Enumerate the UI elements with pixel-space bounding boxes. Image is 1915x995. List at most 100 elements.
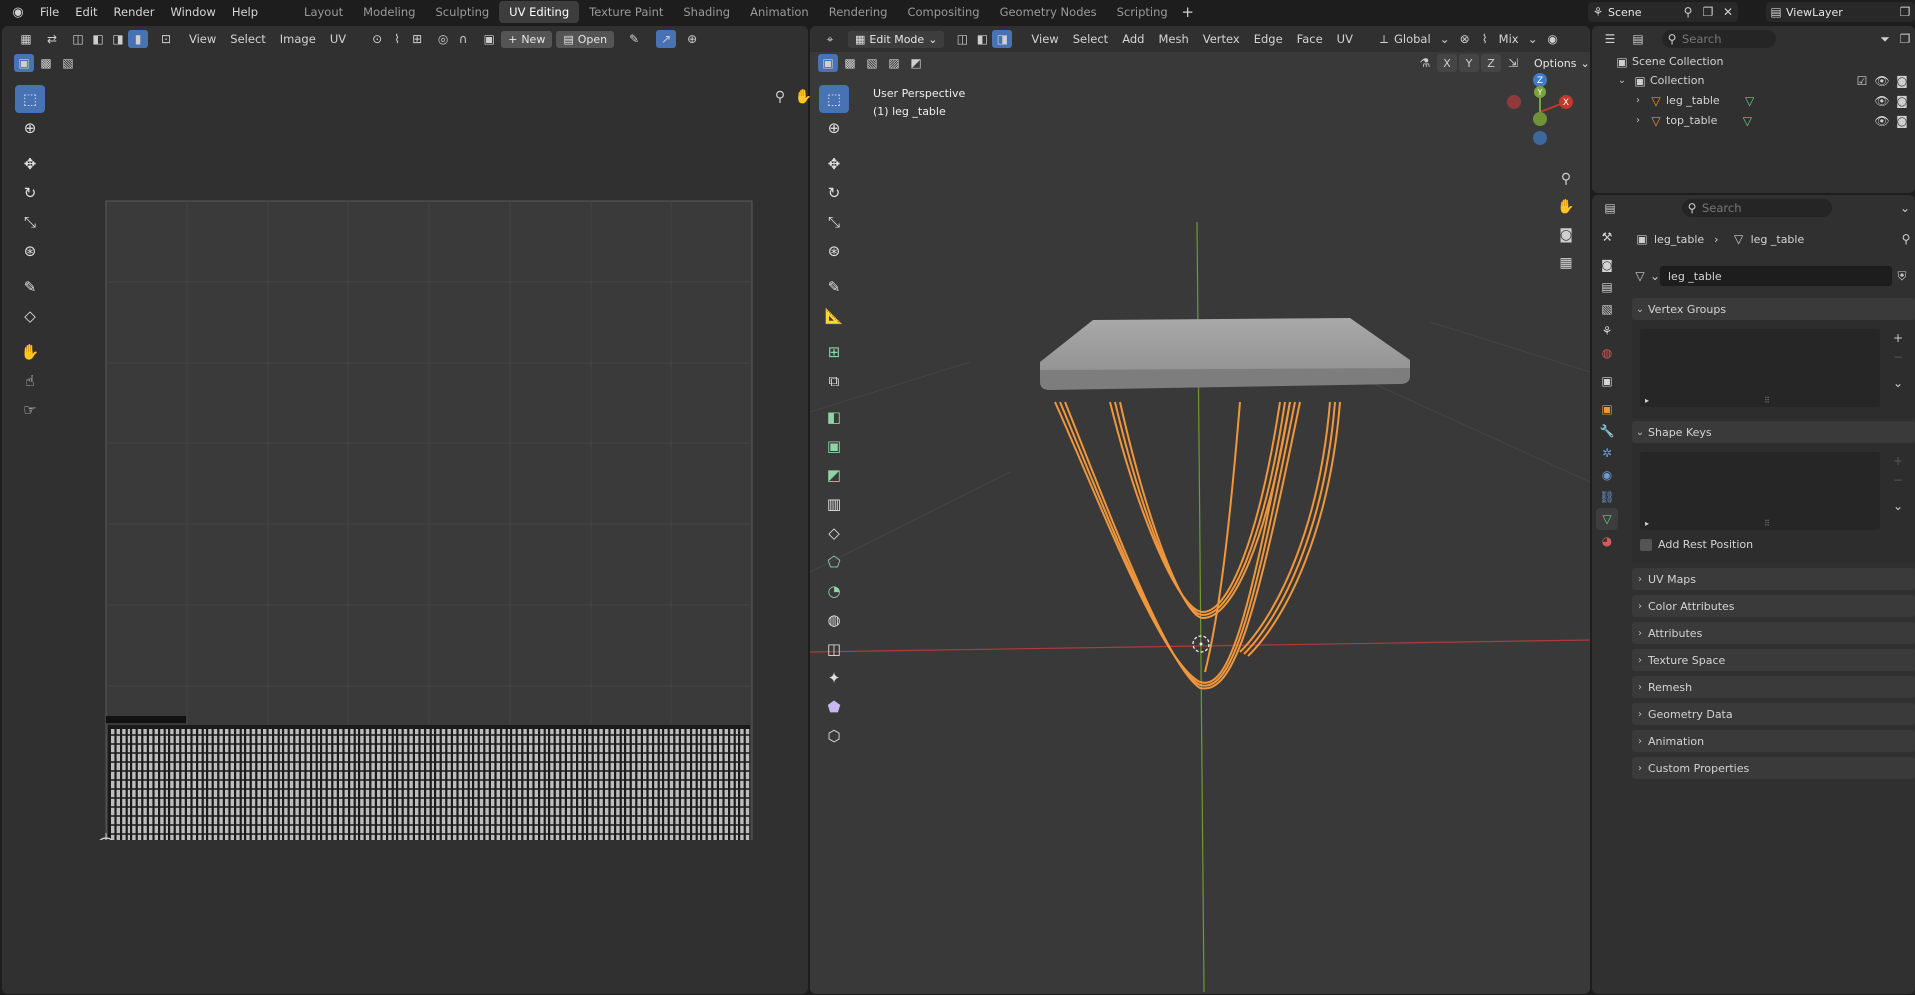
vertex-groups-list[interactable]: ▸ ⠿: [1640, 329, 1880, 407]
vp-menu-view[interactable]: View: [1024, 32, 1065, 46]
tab-layout[interactable]: Layout: [294, 1, 353, 23]
vp-menu-edge[interactable]: Edge: [1247, 32, 1290, 46]
camera-icon[interactable]: ◙: [1892, 112, 1912, 130]
viewport-scene[interactable]: Z Y X: [810, 52, 1590, 992]
outliner-item-top-table[interactable]: › ▽ top_table ▽ 👁 ◙: [1630, 112, 1912, 129]
checkbox-icon[interactable]: ☑: [1852, 72, 1872, 90]
pan-hand-icon[interactable]: ✋: [1556, 198, 1576, 216]
tab-uv-editing[interactable]: UV Editing: [499, 1, 580, 23]
rotate-tool-icon[interactable]: ↻: [15, 179, 45, 207]
menu-window[interactable]: Window: [162, 0, 223, 24]
rip-tool-icon[interactable]: ◇: [15, 302, 45, 330]
extrude-tool-icon[interactable]: ⧉: [819, 367, 849, 395]
remesh-panel-header[interactable]: › Remesh: [1632, 676, 1915, 698]
sync-selection-icon[interactable]: ⇄: [42, 30, 62, 48]
camera-icon[interactable]: ◙: [1556, 226, 1576, 244]
collection-tab-icon[interactable]: ▣: [1596, 370, 1618, 392]
mesh-data-icon[interactable]: ▽: [1740, 92, 1760, 110]
eye-icon[interactable]: 👁: [1872, 92, 1892, 110]
uv-canvas[interactable]: [2, 60, 808, 840]
island-select-icon[interactable]: ▮: [128, 30, 148, 48]
relax-tool-icon[interactable]: ☝: [15, 367, 45, 395]
annotate-tool-icon[interactable]: ✎: [15, 273, 45, 301]
chevron-down-icon[interactable]: ⌄: [1895, 199, 1915, 217]
chevron-down-icon[interactable]: ⌄: [1614, 75, 1630, 86]
expand-arrow-icon[interactable]: ▸: [1645, 519, 1649, 528]
edge-mode-icon[interactable]: ◧: [972, 30, 992, 48]
uv-menu-image[interactable]: Image: [273, 32, 323, 46]
transform-tool-icon[interactable]: ⊛: [819, 237, 849, 265]
loop-cut-icon[interactable]: ▥: [819, 490, 849, 518]
camera-icon[interactable]: ◙: [1892, 92, 1912, 110]
eye-icon[interactable]: 👁: [1872, 72, 1892, 90]
object-tab-icon[interactable]: ▣: [1596, 398, 1618, 420]
mesh-name-field[interactable]: leg _table: [1660, 266, 1892, 286]
custom-properties-panel-header[interactable]: › Custom Properties: [1632, 757, 1915, 779]
gizmo-icon[interactable]: ⊕: [682, 30, 702, 48]
vertex-select-icon[interactable]: ◫: [68, 30, 88, 48]
grab-tool-icon[interactable]: ✋: [15, 338, 45, 366]
snap-icon[interactable]: ⌇: [1475, 30, 1495, 48]
knife-tool-icon[interactable]: ◇: [819, 519, 849, 547]
shear-tool-icon[interactable]: ⬟: [819, 693, 849, 721]
vp-menu-mesh[interactable]: Mesh: [1151, 32, 1195, 46]
orientation-icon[interactable]: ⟂: [1374, 30, 1394, 48]
gizmo-neg-z-icon[interactable]: [1533, 131, 1547, 145]
snap-target-icon[interactable]: ⊞: [407, 30, 427, 48]
move-tool-icon[interactable]: ✥: [819, 150, 849, 178]
shrink-fatten-icon[interactable]: ✦: [819, 664, 849, 692]
view-layer-selector[interactable]: ▤ ViewLayer ❐: [1766, 2, 1915, 22]
pin-image-icon[interactable]: ✎: [624, 30, 644, 48]
chevron-right-icon[interactable]: ›: [1630, 115, 1646, 126]
blender-logo-icon[interactable]: ◉: [8, 3, 28, 21]
new-view-layer-icon[interactable]: ❐: [1895, 3, 1915, 21]
rip-region-icon[interactable]: ⬡: [819, 722, 849, 750]
move-tool-icon[interactable]: ✥: [15, 150, 45, 178]
gizmo-neg-y-icon[interactable]: [1533, 112, 1547, 126]
pivot-icon[interactable]: ⊙: [367, 30, 387, 48]
pin-icon[interactable]: ⚲: [1678, 3, 1698, 21]
sticky-select-icon[interactable]: ⊡: [156, 30, 176, 48]
view-layer-tab-icon[interactable]: ▧: [1596, 298, 1618, 320]
menu-file[interactable]: File: [32, 0, 67, 24]
editor-type-icon[interactable]: ☰: [1600, 30, 1620, 48]
uv-overlay-icon[interactable]: ↗: [656, 30, 677, 48]
modifier-tab-icon[interactable]: 🔧: [1596, 420, 1618, 442]
close-icon[interactable]: ✕: [1718, 3, 1738, 21]
snap-icon[interactable]: ⌇: [387, 30, 407, 48]
geometry-data-panel-header[interactable]: › Geometry Data: [1632, 703, 1915, 725]
edge-select-icon[interactable]: ◧: [88, 30, 108, 48]
shape-key-specials-icon[interactable]: ⌄: [1888, 497, 1908, 515]
mesh-data-icon[interactable]: ▽: [1737, 112, 1757, 130]
eye-icon[interactable]: 👁: [1872, 112, 1892, 130]
animation-panel-header[interactable]: › Animation: [1632, 730, 1915, 752]
proportional-edit-icon[interactable]: ◎: [433, 30, 453, 48]
remove-shape-key-icon[interactable]: −: [1888, 471, 1908, 489]
pin-icon[interactable]: ⚲: [1896, 230, 1915, 248]
tab-animation[interactable]: Animation: [740, 1, 819, 23]
tab-rendering[interactable]: Rendering: [819, 1, 898, 23]
vp-menu-vertex[interactable]: Vertex: [1196, 32, 1247, 46]
filter-icon[interactable]: ⏷: [1875, 30, 1895, 48]
scene-selector[interactable]: ⚘ Scene ⚲ ❐ ✕: [1588, 2, 1738, 22]
expand-arrow-icon[interactable]: ▸: [1645, 396, 1649, 405]
tweak-tool-icon[interactable]: ⬚: [15, 85, 45, 113]
render-tab-icon[interactable]: ◙: [1596, 254, 1618, 276]
uv-menu-view[interactable]: View: [182, 32, 223, 46]
vp-menu-add[interactable]: Add: [1115, 32, 1151, 46]
annotate-tool-icon[interactable]: ✎: [819, 273, 849, 301]
falloff-icon[interactable]: ∩: [453, 30, 473, 48]
cursor-tool-icon[interactable]: ⊕: [819, 114, 849, 142]
measure-tool-icon[interactable]: 📐: [819, 302, 849, 330]
menu-help[interactable]: Help: [224, 0, 266, 24]
tab-geometry-nodes[interactable]: Geometry Nodes: [990, 1, 1107, 23]
tab-compositing[interactable]: Compositing: [897, 1, 989, 23]
mesh-browse-icon[interactable]: ▽: [1630, 267, 1650, 285]
uv-maps-panel-header[interactable]: › UV Maps: [1632, 568, 1915, 590]
scene-tab-icon[interactable]: ⚘: [1596, 320, 1618, 342]
pivot-icon[interactable]: ⊗: [1455, 30, 1475, 48]
constraints-tab-icon[interactable]: ⛓: [1596, 486, 1618, 508]
edge-slide-icon[interactable]: ◫: [819, 635, 849, 663]
vp-menu-select[interactable]: Select: [1066, 32, 1115, 46]
mode-dropdown[interactable]: ▦ Edit Mode ⌄: [848, 30, 945, 48]
